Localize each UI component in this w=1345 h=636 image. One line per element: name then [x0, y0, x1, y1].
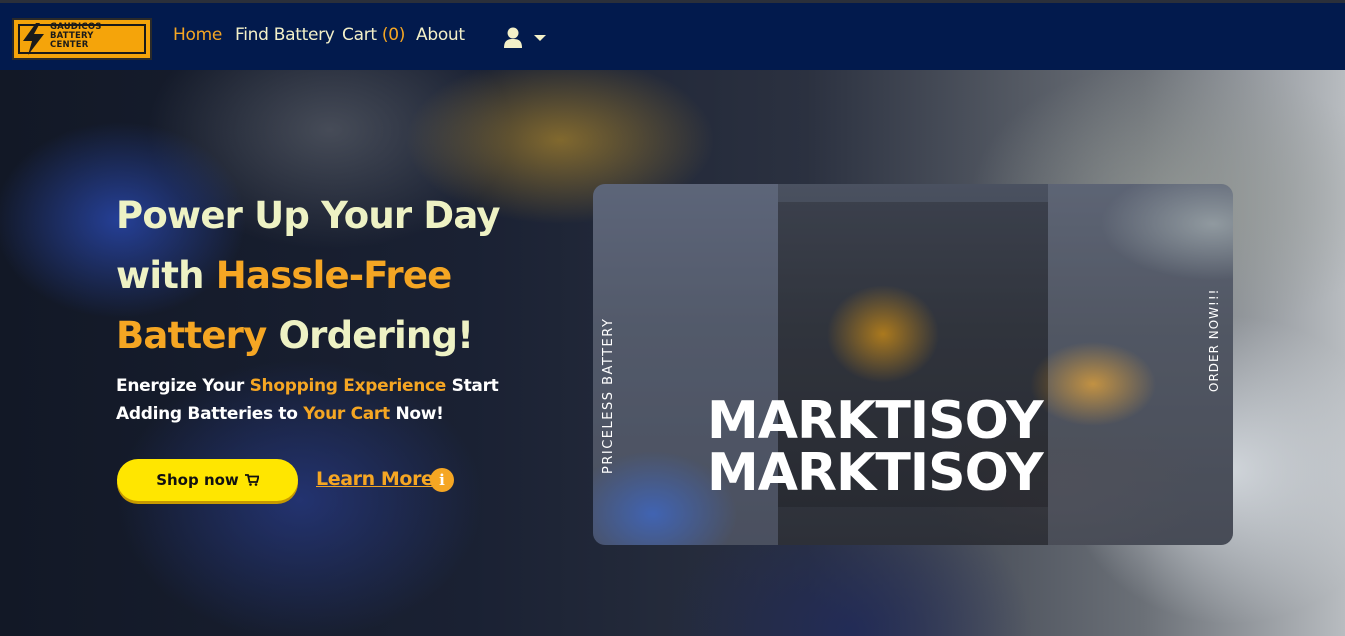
- promo-vertical-text-left: PRICELESS BATTERY: [601, 317, 616, 474]
- info-icon[interactable]: i: [430, 468, 454, 492]
- cart-icon: [244, 474, 259, 486]
- hero-title: Power Up Your Day with Hassle-Free Batte…: [116, 186, 556, 366]
- logo-line-3: CENTER: [50, 40, 89, 50]
- hero-title-highlight-1: Hassle-Free: [215, 254, 452, 297]
- hero-subtitle: Energize Your Shopping Experience Start …: [116, 372, 566, 428]
- lightning-bolt-icon: [23, 23, 44, 55]
- brand-logo[interactable]: GAUDICOS BATTERY CENTER: [12, 18, 152, 60]
- hero-sub-highlight2: Your Cart: [303, 404, 390, 424]
- promo-vertical-text-right: ORDER NOW!!!: [1207, 288, 1221, 392]
- shop-now-button[interactable]: Shop now: [117, 459, 298, 501]
- hero-sub-part1: Energize Your: [116, 376, 244, 396]
- shop-now-label: Shop now: [156, 471, 239, 489]
- user-icon: [504, 27, 522, 48]
- nav-find-battery[interactable]: Find Battery: [235, 25, 335, 45]
- promo-banner-image: PRICELESS BATTERY ORDER NOW!!! MARKTISOY…: [593, 184, 1233, 545]
- nav-cart[interactable]: Cart (0): [342, 25, 405, 45]
- caret-down-icon: [534, 34, 547, 41]
- navbar: GAUDICOS BATTERY CENTER Home Find Batter…: [0, 0, 1345, 70]
- logo-text: GAUDICOS BATTERY CENTER: [50, 23, 146, 50]
- hero-sub-highlight1: Shopping Experience: [249, 376, 447, 396]
- hero-section: Power Up Your Day with Hassle-Free Batte…: [0, 70, 1345, 636]
- user-menu-toggle[interactable]: [503, 27, 547, 48]
- nav-home[interactable]: Home: [173, 25, 222, 45]
- learn-more-link[interactable]: Learn More: [316, 468, 434, 490]
- hero-title-line1: Power Up Your Day: [116, 194, 501, 237]
- cart-count-badge: (0): [381, 25, 406, 45]
- hero-title-with: with: [116, 254, 205, 297]
- promo-brand-line-1: MARKTISOY: [707, 391, 1044, 451]
- hero-title-end: Ordering!: [278, 314, 475, 357]
- nav-about[interactable]: About: [416, 25, 465, 45]
- hero-title-highlight-2: Battery: [116, 314, 267, 357]
- nav-cart-label: Cart: [342, 25, 377, 45]
- promo-brand-line-2: MARKTISOY: [707, 443, 1044, 503]
- hero-sub-part3: Now!: [395, 404, 444, 424]
